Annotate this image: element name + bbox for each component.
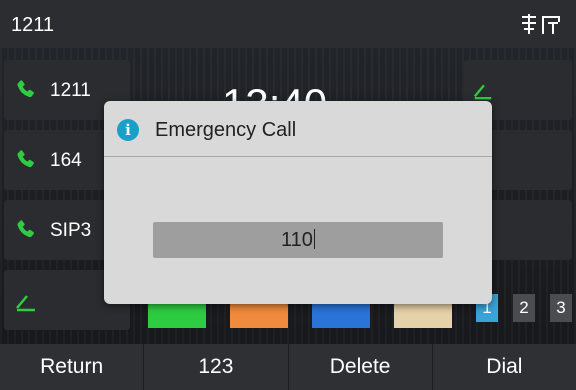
edit-icon [473, 84, 492, 100]
emergency-call-dialog: i Emergency Call 110 [104, 101, 492, 304]
line-key-label: SIP3 [50, 220, 92, 241]
phone-icon [17, 150, 34, 168]
info-icon: i [117, 119, 139, 141]
dialog-header: i Emergency Call [104, 101, 492, 157]
text-caret [313, 229, 315, 249]
network-icon [522, 14, 560, 34]
account-label: 1211 [11, 14, 55, 36]
phone-icon [17, 220, 34, 238]
return-button[interactable]: Return [0, 344, 143, 390]
input-mode-button[interactable]: 123 [143, 344, 287, 390]
page-indicator-3[interactable]: 3 [550, 294, 572, 322]
emergency-number-value: 110 [281, 229, 313, 251]
dialog-title: Emergency Call [155, 119, 297, 141]
line-key-label: 1211 [50, 80, 91, 101]
delete-button[interactable]: Delete [287, 344, 432, 390]
dial-button[interactable]: Dial [431, 344, 576, 390]
page-indicator-2[interactable]: 2 [513, 294, 535, 322]
phone-icon [17, 80, 34, 98]
edit-icon [16, 295, 35, 312]
softkey-bar: Return 123 Delete Dial [0, 344, 576, 390]
line-key-label: 164 [50, 150, 82, 171]
emergency-number-input[interactable]: 110 [153, 222, 443, 258]
status-bar: 1211 [0, 0, 576, 48]
